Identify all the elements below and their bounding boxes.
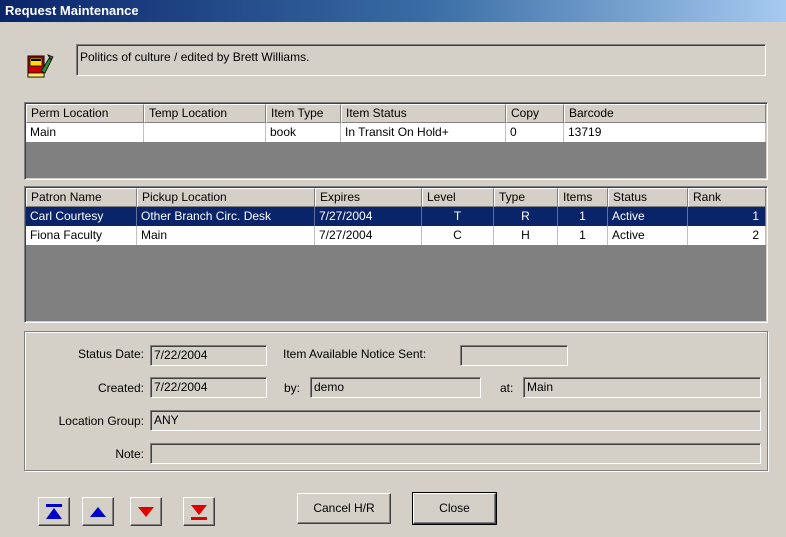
- column-header[interactable]: Temp Location: [144, 104, 266, 123]
- at-field: Main: [523, 377, 761, 398]
- move-down-icon: [138, 507, 154, 517]
- note-field: [150, 443, 761, 464]
- table-cell: 1: [558, 207, 608, 226]
- table-cell: 2: [688, 226, 766, 245]
- table-cell: H: [494, 226, 558, 245]
- note-label: Note:: [115, 447, 144, 461]
- table-cell: 13719: [564, 123, 766, 142]
- move-to-bottom-button[interactable]: [183, 497, 215, 526]
- table-cell: book: [266, 123, 341, 142]
- move-down-button[interactable]: [130, 497, 162, 526]
- column-header[interactable]: Rank: [688, 188, 766, 207]
- table-cell: 1: [688, 207, 766, 226]
- table-cell: Other Branch Circ. Desk: [137, 207, 315, 226]
- table-cell: R: [494, 207, 558, 226]
- column-header[interactable]: Barcode: [564, 104, 766, 123]
- location-group-label: Location Group:: [58, 414, 144, 428]
- table-cell: In Transit On Hold+: [341, 123, 506, 142]
- by-label: by:: [284, 381, 301, 395]
- book-wrench-icon: [24, 51, 54, 81]
- move-up-button[interactable]: [82, 497, 114, 526]
- column-header[interactable]: Copy: [506, 104, 564, 123]
- column-header[interactable]: Type: [494, 188, 558, 207]
- table-cell: C: [422, 226, 494, 245]
- table-cell: Fiona Faculty: [26, 226, 137, 245]
- column-header[interactable]: Item Status: [341, 104, 506, 123]
- table-cell: Main: [137, 226, 315, 245]
- location-group-field: ANY: [150, 410, 761, 431]
- column-header[interactable]: Status: [608, 188, 688, 207]
- table-cell: Carl Courtesy: [26, 207, 137, 226]
- move-to-top-icon: [46, 504, 62, 519]
- table-cell: 7/27/2004: [315, 207, 422, 226]
- column-header[interactable]: Level: [422, 188, 494, 207]
- table-cell: Active: [608, 207, 688, 226]
- table-cell: 1: [558, 226, 608, 245]
- at-label: at:: [500, 381, 514, 395]
- close-label: Close: [439, 501, 470, 515]
- hold-row[interactable]: Fiona Faculty Main 7/27/2004 C H 1 Active 2: [26, 226, 766, 245]
- table-cell: Main: [26, 123, 144, 142]
- move-up-icon: [90, 507, 106, 517]
- table-cell: T: [422, 207, 494, 226]
- column-header[interactable]: Item Type: [266, 104, 341, 123]
- column-header[interactable]: Patron Name: [26, 188, 137, 207]
- record-title-field: Politics of culture / edited by Brett Wi…: [76, 44, 766, 76]
- by-field: demo: [310, 377, 481, 398]
- notice-sent-field: [460, 345, 568, 366]
- created-field: 7/22/2004: [150, 377, 267, 398]
- cancel-hold-label: Cancel H/R: [313, 501, 375, 515]
- move-to-bottom-icon: [191, 505, 207, 520]
- table-cell: Active: [608, 226, 688, 245]
- item-row[interactable]: Main book In Transit On Hold+ 0 13719: [26, 123, 766, 142]
- item-table[interactable]: Perm Location Temp Location Item Type Item …: [24, 102, 768, 180]
- column-header[interactable]: Items: [558, 188, 608, 207]
- record-title: Politics of culture / edited by Brett Wi…: [80, 50, 310, 64]
- window-title: Request Maintenance: [5, 3, 139, 18]
- title-bar[interactable]: Request Maintenance: [0, 0, 786, 22]
- move-to-top-button[interactable]: [38, 497, 70, 526]
- column-header[interactable]: Perm Location: [26, 104, 144, 123]
- table-cell: [144, 123, 266, 142]
- cancel-hold-button[interactable]: Cancel H/R: [297, 493, 391, 524]
- close-button[interactable]: Close: [412, 492, 497, 525]
- request-maintenance-window: Request Maintenance Politics of culture …: [0, 0, 786, 537]
- created-label: Created:: [97, 381, 144, 395]
- column-header[interactable]: Pickup Location: [137, 188, 315, 207]
- table-cell: 0: [506, 123, 564, 142]
- hold-row[interactable]: Carl Courtesy Other Branch Circ. Desk 7/27…: [26, 207, 766, 226]
- notice-sent-label: Item Available Notice Sent:: [283, 347, 427, 361]
- status-date-label: Status Date:: [77, 347, 144, 361]
- column-header[interactable]: Expires: [315, 188, 422, 207]
- table-cell: 7/27/2004: [315, 226, 422, 245]
- status-date-field: 7/22/2004: [150, 345, 267, 366]
- hold-queue-table[interactable]: Patron Name Pickup Location Expires Level Ty…: [24, 186, 768, 323]
